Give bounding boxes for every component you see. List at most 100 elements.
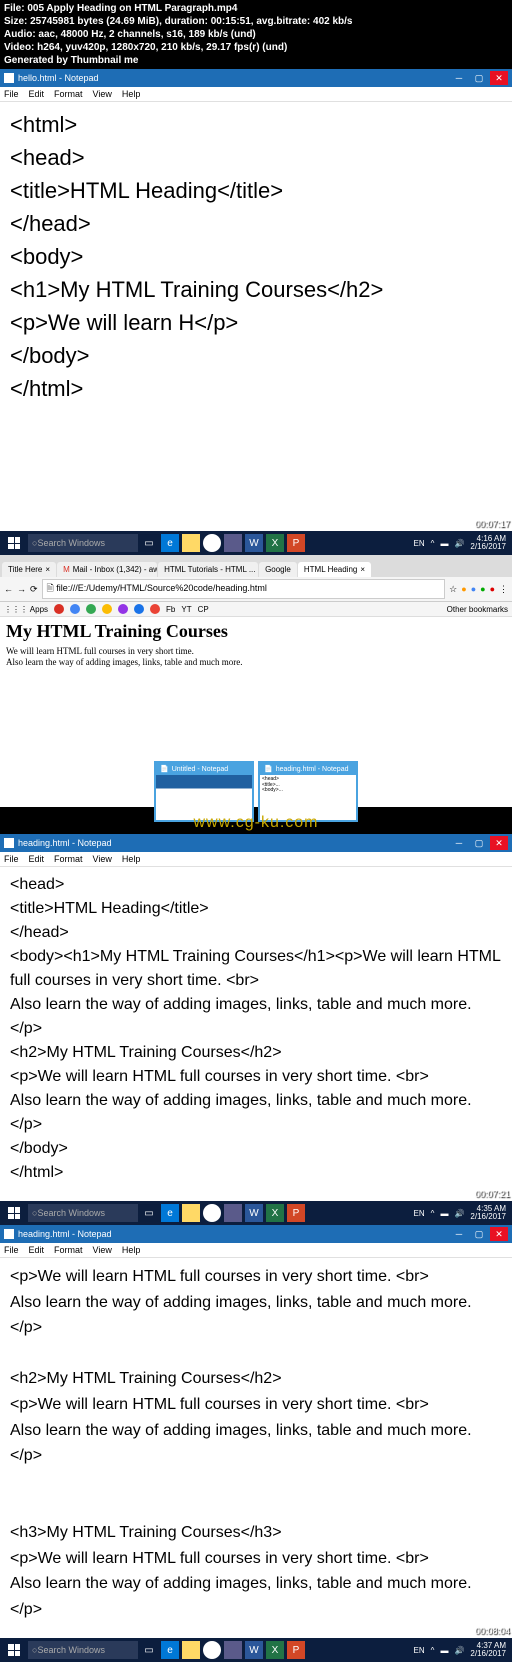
star-icon[interactable]: ☆ [449,584,457,595]
edge-icon[interactable]: e [161,534,179,552]
task-view-icon[interactable]: ▭ [140,1641,158,1659]
tray-speaker-icon[interactable]: 🔊 [454,1646,464,1655]
bookmark-label-1[interactable]: Fb [166,605,175,614]
tray-up-icon[interactable]: ^ [431,1646,435,1655]
bookmark-2[interactable] [70,604,80,614]
search-windows[interactable]: ○ Search Windows [28,1204,138,1222]
edge-icon[interactable]: e [161,1204,179,1222]
menu-help[interactable]: Help [122,89,141,99]
taskbar-clock[interactable]: 4:35 AM 2/16/2017 [470,1205,506,1221]
search-windows[interactable]: ○ Search Windows [28,534,138,552]
taskbar-clock[interactable]: 4:37 AM 2/16/2017 [470,1642,506,1658]
menu-format[interactable]: Format [54,854,83,864]
excel-icon[interactable]: X [266,1641,284,1659]
tab-close-icon[interactable]: × [360,565,365,574]
close-button[interactable]: ✕ [490,71,508,85]
minimize-button[interactable]: ─ [450,836,468,850]
tray-network-icon[interactable]: ▬ [440,1646,448,1655]
close-button[interactable]: ✕ [490,836,508,850]
bookmark-1[interactable] [54,604,64,614]
alt-tab-item-1[interactable]: 📄Untitled - Notepad [154,761,254,822]
browser-tab-5[interactable]: HTML Heading× [298,562,371,577]
menu-icon[interactable]: ⋮ [499,584,508,595]
file-explorer-icon[interactable] [182,1641,200,1659]
ext-icon-2[interactable]: ● [471,584,476,594]
minimize-button[interactable]: ─ [450,1227,468,1241]
bookmark-4[interactable] [102,604,112,614]
menu-file[interactable]: File [4,1245,19,1255]
minimize-button[interactable]: ─ [450,71,468,85]
titlebar-2[interactable]: heading.html - Notepad ─ ▢ ✕ [0,834,512,852]
word-icon[interactable]: W [245,1204,263,1222]
browser-tab-1[interactable]: Title Here× [2,562,56,577]
word-icon[interactable]: W [245,1641,263,1659]
menu-view[interactable]: View [93,89,112,99]
bookmark-3[interactable] [86,604,96,614]
menu-view[interactable]: View [93,1245,112,1255]
store-icon[interactable] [224,1641,242,1659]
forward-button[interactable]: → [17,584,26,594]
menu-help[interactable]: Help [122,1245,141,1255]
powerpoint-icon[interactable]: P [287,534,305,552]
ext-icon-1[interactable]: ● [461,584,466,594]
titlebar-3[interactable]: heading.html - Notepad ─ ▢ ✕ [0,1225,512,1243]
start-button[interactable] [2,1201,26,1225]
tray-up-icon[interactable]: ^ [431,1209,435,1218]
menu-edit[interactable]: Edit [29,1245,45,1255]
chrome-icon[interactable] [203,1204,221,1222]
file-explorer-icon[interactable] [182,1204,200,1222]
tray-network-icon[interactable]: ▬ [440,539,448,548]
task-view-icon[interactable]: ▭ [140,1204,158,1222]
tray-network-icon[interactable]: ▬ [440,1209,448,1218]
menu-edit[interactable]: Edit [29,89,45,99]
chrome-icon[interactable] [203,534,221,552]
notepad-content-2[interactable]: <head> <title>HTML Heading</title> </hea… [0,867,512,1191]
tray-lang[interactable]: EN [414,539,425,548]
tray-speaker-icon[interactable]: 🔊 [454,1209,464,1218]
edge-icon[interactable]: e [161,1641,179,1659]
menu-edit[interactable]: Edit [29,854,45,864]
maximize-button[interactable]: ▢ [470,836,488,850]
browser-tab-2[interactable]: MMail - Inbox (1,342) - awesom... [57,562,157,577]
close-button[interactable]: ✕ [490,1227,508,1241]
tray-up-icon[interactable]: ^ [431,539,435,548]
task-view-icon[interactable]: ▭ [140,534,158,552]
menu-file[interactable]: File [4,854,19,864]
bookmark-label-3[interactable]: CP [198,605,209,614]
bookmark-label-2[interactable]: YT [181,605,191,614]
ext-icon-3[interactable]: ● [480,584,485,594]
taskbar-clock[interactable]: 4:16 AM 2/16/2017 [470,535,506,551]
notepad-content-1[interactable]: <html> <head> <title>HTML Heading</title… [0,102,512,411]
powerpoint-icon[interactable]: P [287,1204,305,1222]
browser-tab-3[interactable]: HTML Tutorials - HTML ... [158,562,258,577]
notepad-content-3[interactable]: <p>We will learn HTML full courses in ve… [0,1258,512,1628]
tab-close-icon[interactable]: × [45,565,50,574]
menu-file[interactable]: File [4,89,19,99]
powerpoint-icon[interactable]: P [287,1641,305,1659]
search-windows[interactable]: ○ Search Windows [28,1641,138,1659]
maximize-button[interactable]: ▢ [470,1227,488,1241]
start-button[interactable] [2,531,26,555]
excel-icon[interactable]: X [266,534,284,552]
ext-icon-4[interactable]: ● [490,584,495,594]
reload-button[interactable]: ⟳ [30,584,38,595]
back-button[interactable]: ← [4,584,13,594]
other-bookmarks[interactable]: Other bookmarks [447,605,508,614]
tray-lang[interactable]: EN [414,1209,425,1218]
menu-format[interactable]: Format [54,89,83,99]
start-button[interactable] [2,1638,26,1662]
tray-lang[interactable]: EN [414,1646,425,1655]
tray-speaker-icon[interactable]: 🔊 [454,539,464,548]
maximize-button[interactable]: ▢ [470,71,488,85]
menu-help[interactable]: Help [122,854,141,864]
bookmark-6[interactable] [134,604,144,614]
file-explorer-icon[interactable] [182,534,200,552]
chrome-icon[interactable] [203,1641,221,1659]
excel-icon[interactable]: X [266,1204,284,1222]
alt-tab-item-2[interactable]: 📄heading.html - Notepad <head><title>...… [258,761,358,822]
url-input[interactable]: 🗎 file:///E:/Udemy/HTML/Source%20code/he… [42,579,446,599]
store-icon[interactable] [224,534,242,552]
browser-tab-4[interactable]: Google [259,562,297,577]
titlebar-1[interactable]: hello.html - Notepad ─ ▢ ✕ [0,69,512,87]
menu-view[interactable]: View [93,854,112,864]
